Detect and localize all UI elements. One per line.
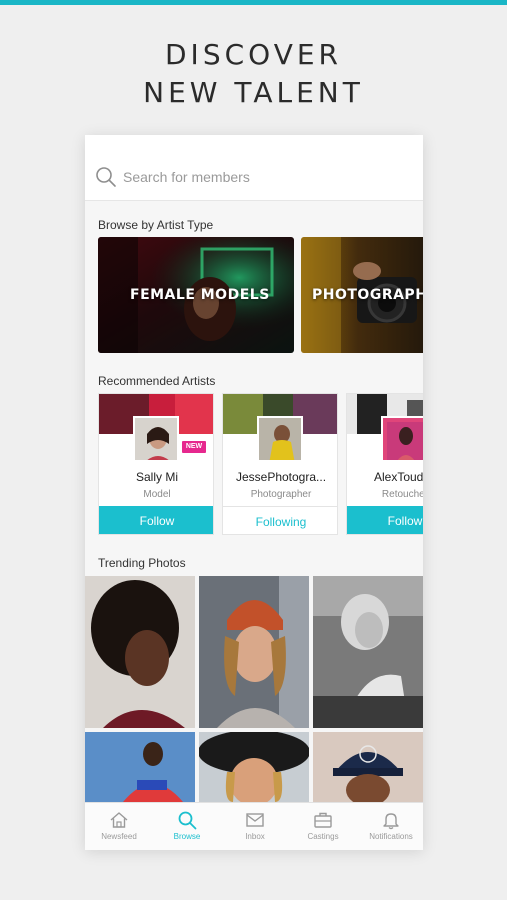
tab-label: Notifications <box>369 832 413 841</box>
artist-card-sally-mi[interactable]: Sally Mi Model Follow <box>98 393 214 535</box>
trending-photo[interactable] <box>313 576 423 728</box>
bottom-tab-bar: Newsfeed Browse Inbox Castings Notificat… <box>85 802 423 850</box>
recommended-section-title: Recommended Artists <box>98 374 216 388</box>
browse-section-title: Browse by Artist Type <box>98 218 214 232</box>
artist-card-alextoudes[interactable]: AlexToudes Retoucher Follow <box>346 393 423 535</box>
tab-label: Inbox <box>245 832 265 841</box>
artist-type-label: PHOTOGRAPHERS <box>312 287 423 303</box>
follow-button[interactable]: Follow <box>99 506 213 534</box>
home-icon <box>110 812 128 828</box>
trending-photo[interactable] <box>199 576 309 728</box>
following-button[interactable]: Following <box>223 506 337 534</box>
trending-section-title: Trending Photos <box>98 556 186 570</box>
artist-name: AlexToudes <box>373 470 423 484</box>
headline: DISCOVER NEW TALENT <box>0 36 507 112</box>
headline-line-2: NEW TALENT <box>143 76 364 109</box>
tab-label: Castings <box>307 832 339 841</box>
artist-name: JessePhotogra... <box>235 470 327 484</box>
artist-type-card-photographers[interactable]: PHOTOGRAPHERS <box>301 237 423 353</box>
avatar <box>257 416 303 462</box>
trending-photo[interactable] <box>85 576 195 728</box>
artist-card-jessephotogra[interactable]: JessePhotogra... Photographer Following <box>222 393 338 535</box>
phone-screen: Browse by Artist Type FEMALE <box>85 135 423 850</box>
briefcase-icon <box>314 812 332 828</box>
top-accent-bar <box>0 0 507 5</box>
search-bar <box>85 135 423 201</box>
artist-type-card-female-models[interactable]: FEMALE MODELS <box>98 237 294 353</box>
avatar <box>133 416 179 462</box>
bell-icon <box>383 813 399 830</box>
mail-icon <box>246 813 264 827</box>
tab-newsfeed[interactable]: Newsfeed <box>85 803 153 850</box>
tab-notifications[interactable]: Notifications <box>357 803 423 850</box>
trending-photo[interactable] <box>313 732 423 802</box>
new-badge: NEW <box>182 441 206 453</box>
trending-photo[interactable] <box>85 732 195 802</box>
headline-line-1: DISCOVER <box>165 38 342 71</box>
follow-button[interactable]: Follow <box>347 506 423 534</box>
search-icon <box>178 811 197 830</box>
tab-label: Browse <box>173 832 201 841</box>
tab-browse[interactable]: Browse <box>153 803 221 850</box>
artist-name: Sally Mi <box>135 470 178 484</box>
tab-castings[interactable]: Castings <box>289 803 357 850</box>
tab-label: Newsfeed <box>101 832 137 841</box>
artist-role: Model <box>143 489 171 500</box>
tab-inbox[interactable]: Inbox <box>221 803 289 850</box>
search-input[interactable] <box>123 165 403 189</box>
artist-type-label: FEMALE MODELS <box>130 287 270 303</box>
artist-role: Photographer <box>250 489 312 500</box>
artist-role: Retoucher <box>381 489 423 500</box>
search-icon <box>96 167 116 187</box>
trending-photo[interactable] <box>199 732 309 802</box>
avatar <box>381 416 423 462</box>
